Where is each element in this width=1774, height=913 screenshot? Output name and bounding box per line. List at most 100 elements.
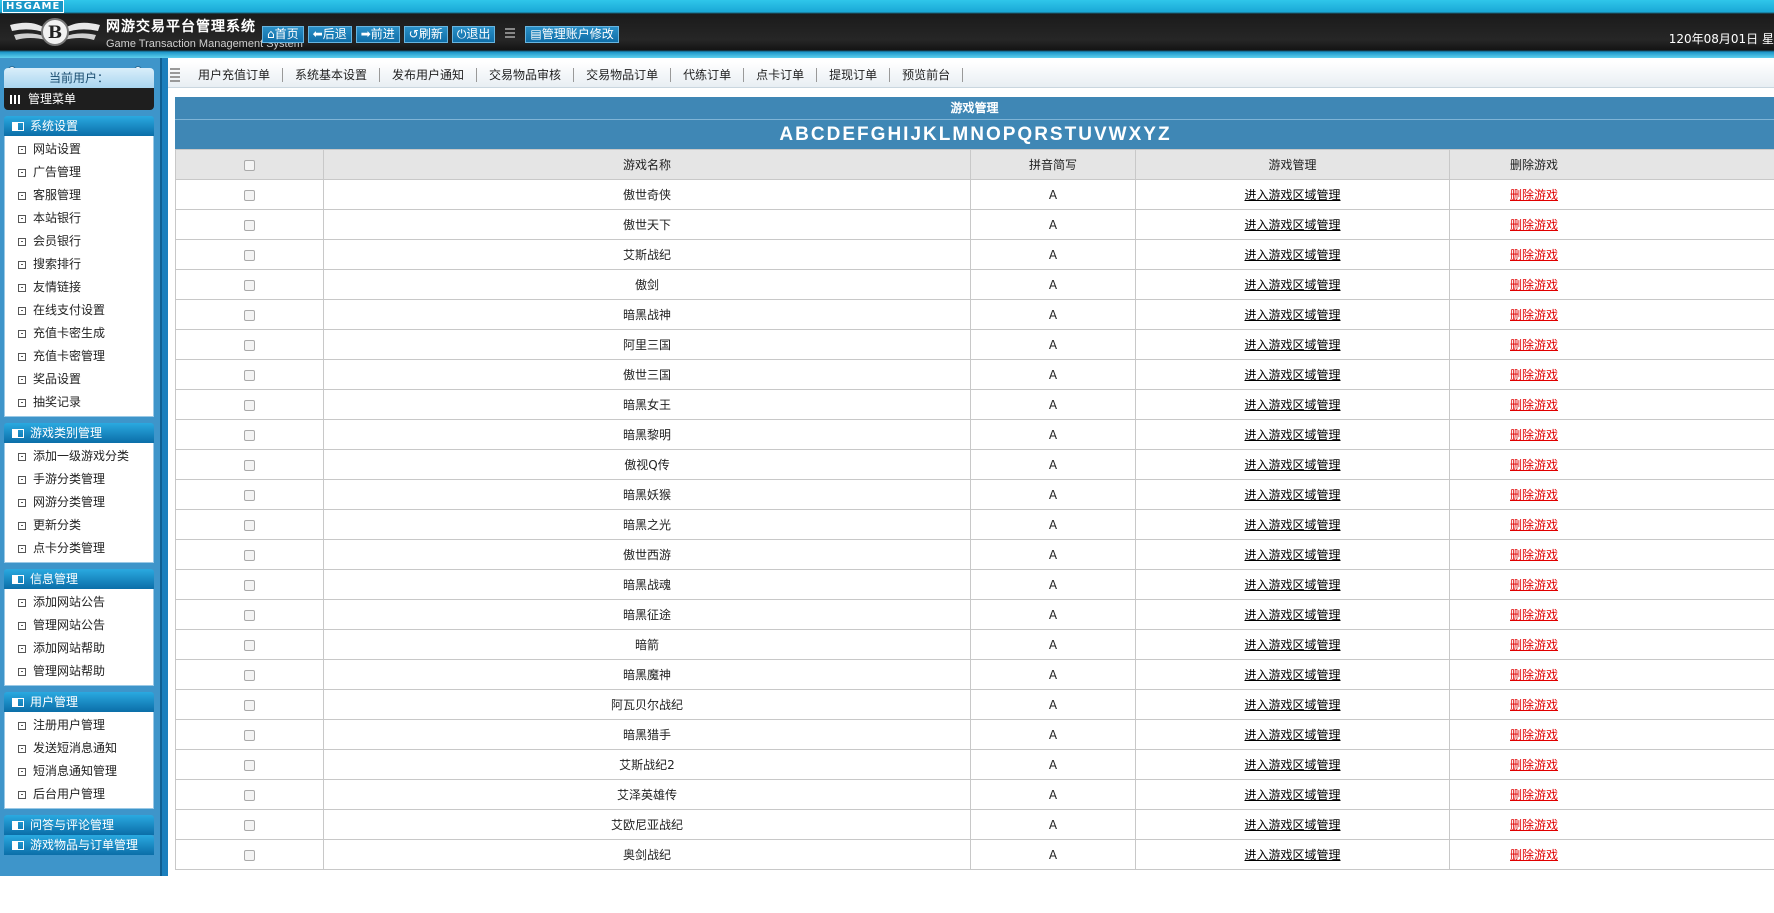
- delete-game-link[interactable]: 删除游戏: [1510, 578, 1558, 592]
- row-checkbox[interactable]: [244, 640, 255, 651]
- sidebar-item[interactable]: 后台用户管理: [5, 783, 153, 806]
- letter-filter-link[interactable]: F: [857, 124, 869, 145]
- sidebar-item[interactable]: 添加一级游戏分类: [5, 445, 153, 468]
- row-checkbox[interactable]: [244, 850, 255, 861]
- row-checkbox[interactable]: [244, 430, 255, 441]
- letter-filter-link[interactable]: G: [871, 124, 886, 145]
- tab-link[interactable]: 发布用户通知: [380, 68, 477, 82]
- menu-group-header[interactable]: 用户管理: [4, 692, 154, 712]
- sidebar-item[interactable]: 网站设置: [5, 138, 153, 161]
- row-checkbox[interactable]: [244, 280, 255, 291]
- manage-region-link[interactable]: 进入游戏区域管理: [1244, 518, 1340, 532]
- letter-filter-link[interactable]: X: [1129, 124, 1142, 145]
- row-checkbox[interactable]: [244, 340, 255, 351]
- letter-filter-link[interactable]: S: [1050, 124, 1063, 145]
- delete-game-link[interactable]: 删除游戏: [1510, 758, 1558, 772]
- row-checkbox[interactable]: [244, 220, 255, 231]
- tab-link[interactable]: 用户充值订单: [186, 68, 283, 82]
- row-checkbox[interactable]: [244, 550, 255, 561]
- row-checkbox[interactable]: [244, 400, 255, 411]
- sidebar-item[interactable]: 注册用户管理: [5, 714, 153, 737]
- sidebar-item[interactable]: 本站银行: [5, 207, 153, 230]
- sidebar-item[interactable]: 奖品设置: [5, 368, 153, 391]
- row-checkbox[interactable]: [244, 310, 255, 321]
- sidebar-item[interactable]: 发送短消息通知: [5, 737, 153, 760]
- manage-region-link[interactable]: 进入游戏区域管理: [1244, 458, 1340, 472]
- row-checkbox[interactable]: [244, 490, 255, 501]
- row-checkbox[interactable]: [244, 730, 255, 741]
- letter-filter-link[interactable]: T: [1065, 124, 1077, 145]
- select-all-checkbox[interactable]: [244, 160, 255, 171]
- manage-region-link[interactable]: 进入游戏区域管理: [1244, 308, 1340, 322]
- row-checkbox[interactable]: [244, 820, 255, 831]
- row-checkbox[interactable]: [244, 190, 255, 201]
- manage-region-link[interactable]: 进入游戏区域管理: [1244, 278, 1340, 292]
- delete-game-link[interactable]: 删除游戏: [1510, 248, 1558, 262]
- sidebar-item[interactable]: 点卡分类管理: [5, 537, 153, 560]
- delete-game-link[interactable]: 删除游戏: [1510, 308, 1558, 322]
- row-checkbox[interactable]: [244, 580, 255, 591]
- refresh-button[interactable]: ↺刷新: [404, 26, 448, 43]
- manage-region-link[interactable]: 进入游戏区域管理: [1244, 398, 1340, 412]
- letter-filter-link[interactable]: J: [910, 124, 921, 145]
- letter-filter-link[interactable]: V: [1094, 124, 1107, 145]
- sidebar-item[interactable]: 广告管理: [5, 161, 153, 184]
- letter-filter-link[interactable]: I: [903, 124, 908, 145]
- sidebar-item[interactable]: 在线支付设置: [5, 299, 153, 322]
- manage-region-link[interactable]: 进入游戏区域管理: [1244, 788, 1340, 802]
- delete-game-link[interactable]: 删除游戏: [1510, 278, 1558, 292]
- letter-filter-link[interactable]: K: [923, 124, 937, 145]
- letter-filter-link[interactable]: E: [842, 124, 855, 145]
- delete-game-link[interactable]: 删除游戏: [1510, 698, 1558, 712]
- manage-region-link[interactable]: 进入游戏区域管理: [1244, 488, 1340, 502]
- splitter[interactable]: [160, 58, 168, 876]
- sidebar-item[interactable]: 友情链接: [5, 276, 153, 299]
- manage-region-link[interactable]: 进入游戏区域管理: [1244, 368, 1340, 382]
- manage-region-link[interactable]: 进入游戏区域管理: [1244, 248, 1340, 262]
- letter-filter-link[interactable]: N: [970, 124, 984, 145]
- sidebar-item[interactable]: 网游分类管理: [5, 491, 153, 514]
- sidebar-item[interactable]: 手游分类管理: [5, 468, 153, 491]
- manage-region-link[interactable]: 进入游戏区域管理: [1244, 728, 1340, 742]
- sidebar-item[interactable]: 更新分类: [5, 514, 153, 537]
- delete-game-link[interactable]: 删除游戏: [1510, 788, 1558, 802]
- sidebar-item[interactable]: 短消息通知管理: [5, 760, 153, 783]
- tab-link[interactable]: 代练订单: [671, 68, 744, 82]
- manage-region-link[interactable]: 进入游戏区域管理: [1244, 758, 1340, 772]
- letter-filter-link[interactable]: Y: [1143, 124, 1156, 145]
- delete-game-link[interactable]: 删除游戏: [1510, 608, 1558, 622]
- delete-game-link[interactable]: 删除游戏: [1510, 338, 1558, 352]
- manage-region-link[interactable]: 进入游戏区域管理: [1244, 338, 1340, 352]
- sidebar-item[interactable]: 抽奖记录: [5, 391, 153, 414]
- manage-region-link[interactable]: 进入游戏区域管理: [1244, 638, 1340, 652]
- delete-game-link[interactable]: 删除游戏: [1510, 218, 1558, 232]
- menu-group-header[interactable]: 系统设置: [4, 116, 154, 136]
- manage-region-link[interactable]: 进入游戏区域管理: [1244, 578, 1340, 592]
- tab-link[interactable]: 提现订单: [817, 68, 890, 82]
- manage-region-link[interactable]: 进入游戏区域管理: [1244, 548, 1340, 562]
- letter-filter-link[interactable]: P: [1003, 124, 1016, 145]
- menu-group-header[interactable]: 游戏类别管理: [4, 423, 154, 443]
- tab-link[interactable]: 系统基本设置: [283, 68, 380, 82]
- account-edit-button[interactable]: ▤管理账户修改: [525, 26, 618, 43]
- manage-region-link[interactable]: 进入游戏区域管理: [1244, 428, 1340, 442]
- sidebar-item[interactable]: 添加网站公告: [5, 591, 153, 614]
- tab-link[interactable]: 点卡订单: [744, 68, 817, 82]
- delete-game-link[interactable]: 删除游戏: [1510, 818, 1558, 832]
- row-checkbox[interactable]: [244, 760, 255, 771]
- letter-filter-link[interactable]: B: [795, 124, 809, 145]
- tab-link[interactable]: 交易物品审核: [477, 68, 574, 82]
- letter-filter-link[interactable]: Z: [1158, 124, 1170, 145]
- delete-game-link[interactable]: 删除游戏: [1510, 428, 1558, 442]
- letter-filter-link[interactable]: L: [939, 124, 951, 145]
- back-button[interactable]: ⬅后退: [308, 26, 352, 43]
- tab-link[interactable]: 预览前台: [890, 68, 963, 82]
- letter-filter-link[interactable]: M: [952, 124, 968, 145]
- delete-game-link[interactable]: 删除游戏: [1510, 458, 1558, 472]
- sidebar-item[interactable]: 管理网站公告: [5, 614, 153, 637]
- delete-game-link[interactable]: 删除游戏: [1510, 488, 1558, 502]
- manage-region-link[interactable]: 进入游戏区域管理: [1244, 608, 1340, 622]
- letter-filter-link[interactable]: R: [1034, 124, 1048, 145]
- letter-filter-link[interactable]: Q: [1017, 124, 1032, 145]
- sidebar-item[interactable]: 客服管理: [5, 184, 153, 207]
